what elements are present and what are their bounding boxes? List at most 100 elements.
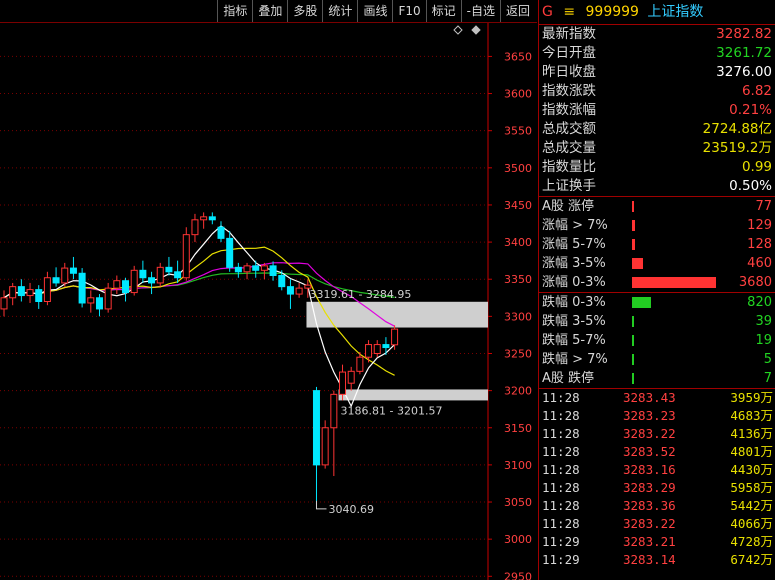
candle-body bbox=[78, 272, 86, 304]
candle-body bbox=[382, 344, 390, 349]
breadth-bar bbox=[632, 335, 634, 346]
quote-value: 6.82 bbox=[741, 83, 772, 99]
breadth-label: 涨幅 3-5% bbox=[542, 256, 606, 271]
toolbar-button[interactable]: 返回 bbox=[499, 0, 535, 22]
menu-icon[interactable]: ≡ bbox=[563, 4, 575, 20]
diamond-icon bbox=[453, 25, 463, 35]
candle-body bbox=[312, 390, 320, 466]
quote-label: 总成交额 bbox=[542, 121, 596, 137]
y-tick-label: 3200 bbox=[504, 385, 532, 398]
chart-canvas[interactable]: 3650 3600 3550 3500 3450 3400 3350 3300 3250 3200… bbox=[0, 23, 537, 580]
tick-volume: 4066万 bbox=[730, 516, 773, 531]
tick-price: 3283.14 bbox=[623, 552, 676, 567]
candlestick-chart[interactable]: 3650 3600 3550 3500 3450 3400 3350 3300 3250 3200… bbox=[0, 23, 537, 580]
toolbar-button[interactable]: -自选 bbox=[460, 0, 500, 22]
tick-time: 11:29 bbox=[542, 552, 580, 567]
y-tick-label: 3250 bbox=[504, 347, 532, 360]
y-tick-label: 2950 bbox=[504, 570, 532, 580]
toolbar-button[interactable]: 多股 bbox=[287, 0, 322, 22]
diamond-filled-icon bbox=[471, 25, 481, 35]
tick-volume: 5442万 bbox=[730, 498, 773, 513]
candle-body bbox=[339, 371, 347, 395]
breadth-bar bbox=[632, 201, 634, 212]
breadth-row: A股 涨停 77 bbox=[539, 197, 775, 216]
toolbar-button[interactable]: 标记 bbox=[425, 0, 461, 22]
tick-volume: 4683万 bbox=[730, 408, 773, 423]
quote-row: 上证换手 0.50% bbox=[539, 177, 775, 196]
tick-volume: 4801万 bbox=[730, 444, 773, 459]
quote-row: 总成交量 23519.2万 bbox=[539, 139, 775, 158]
candle-body bbox=[52, 277, 60, 284]
candle-body bbox=[130, 269, 138, 294]
y-tick-label: 3450 bbox=[504, 199, 532, 212]
quote-row: 总成交额 2724.88亿 bbox=[539, 120, 775, 139]
candle-body bbox=[139, 269, 147, 279]
candle-body bbox=[35, 289, 43, 303]
y-tick-label: 3400 bbox=[504, 236, 532, 249]
candle-body bbox=[330, 393, 338, 429]
quote-value: 0.21% bbox=[729, 102, 772, 118]
gap-label-lower: 3186.81 - 3201.57 bbox=[341, 404, 443, 417]
toolbar-button[interactable]: 指标 bbox=[217, 0, 252, 22]
tick-price: 3283.22 bbox=[623, 426, 676, 441]
tick-price: 3283.22 bbox=[623, 516, 676, 531]
breadth-label: 跌幅 5-7% bbox=[542, 333, 606, 348]
tick-row: 11:28 3283.36 5442万 bbox=[539, 497, 775, 515]
breadth-row: 涨幅 3-5% 460 bbox=[539, 254, 775, 273]
tick-time: 11:29 bbox=[542, 534, 580, 549]
quote-label: 总成交量 bbox=[542, 140, 596, 156]
tick-time: 11:28 bbox=[542, 480, 580, 495]
toolbar-button[interactable]: 叠加 bbox=[252, 0, 287, 22]
breadth-row: 跌幅 3-5% 39 bbox=[539, 312, 775, 331]
breadth-value: 19 bbox=[755, 333, 772, 348]
breadth-label: 跌幅 > 7% bbox=[542, 352, 608, 367]
breadth-row: 跌幅 5-7% 19 bbox=[539, 331, 775, 350]
candle-body bbox=[0, 297, 8, 310]
breadth-value: 129 bbox=[747, 218, 772, 233]
quote-label: 今日开盘 bbox=[542, 45, 596, 61]
candle-body bbox=[17, 286, 25, 297]
breadth-bar bbox=[632, 297, 651, 308]
quote-value: 3282.82 bbox=[716, 26, 772, 42]
candle-body bbox=[69, 267, 77, 274]
candle-body bbox=[260, 265, 268, 271]
toolbar-button[interactable]: 画线 bbox=[357, 0, 392, 22]
toolbar-button[interactable]: 统计 bbox=[322, 0, 357, 22]
breadth-value: 39 bbox=[755, 314, 772, 329]
breadth-row: 涨幅 > 7% 129 bbox=[539, 216, 775, 235]
breadth-label: 跌幅 0-3% bbox=[542, 295, 606, 310]
breadth-label: 跌幅 3-5% bbox=[542, 314, 606, 329]
breadth-row: A股 跌停 7 bbox=[539, 369, 775, 388]
candle-body bbox=[95, 297, 103, 310]
breadth-value: 7 bbox=[763, 371, 772, 386]
tick-time: 11:28 bbox=[542, 498, 580, 513]
gap-box-upper bbox=[306, 301, 488, 328]
tick-row: 11:28 3283.29 5958万 bbox=[539, 479, 775, 497]
breadth-value: 3680 bbox=[738, 275, 772, 290]
tick-price: 3283.36 bbox=[623, 498, 676, 513]
y-tick-label: 3100 bbox=[504, 459, 532, 472]
tick-row: 11:29 3283.14 6742万 bbox=[539, 551, 775, 569]
breadth-value: 460 bbox=[747, 256, 772, 271]
candle-body bbox=[208, 216, 216, 221]
tick-price: 3283.16 bbox=[623, 462, 676, 477]
toolbar-button[interactable]: F10 bbox=[392, 0, 425, 22]
tick-time: 11:28 bbox=[542, 426, 580, 441]
chart-toolbar: 指标 叠加 多股 统计 画线 F10 标记 -自选 返回 bbox=[0, 0, 537, 23]
tick-row: 11:28 3283.22 4136万 bbox=[539, 425, 775, 443]
tick-price: 3283.29 bbox=[623, 480, 676, 495]
breadth-up-section: A股 涨停 77 涨幅 > 7% 129 涨幅 5-7% 128 涨幅 3-5% 460 涨幅 … bbox=[539, 197, 775, 293]
tick-time: 11:28 bbox=[542, 390, 580, 405]
candle-body bbox=[243, 265, 251, 273]
tick-row: 11:28 3283.43 3959万 bbox=[539, 389, 775, 407]
candle-body bbox=[61, 267, 69, 284]
y-tick-label: 3150 bbox=[504, 422, 532, 435]
tick-volume: 4728万 bbox=[730, 534, 773, 549]
candle-body bbox=[321, 427, 329, 466]
breadth-row: 跌幅 0-3% 820 bbox=[539, 293, 775, 312]
gap-box-lower bbox=[338, 389, 488, 401]
quote-label: 上证换手 bbox=[542, 178, 596, 194]
candle-body bbox=[165, 266, 173, 273]
quote-label: 指数涨幅 bbox=[542, 102, 596, 118]
candle-body bbox=[226, 237, 234, 268]
